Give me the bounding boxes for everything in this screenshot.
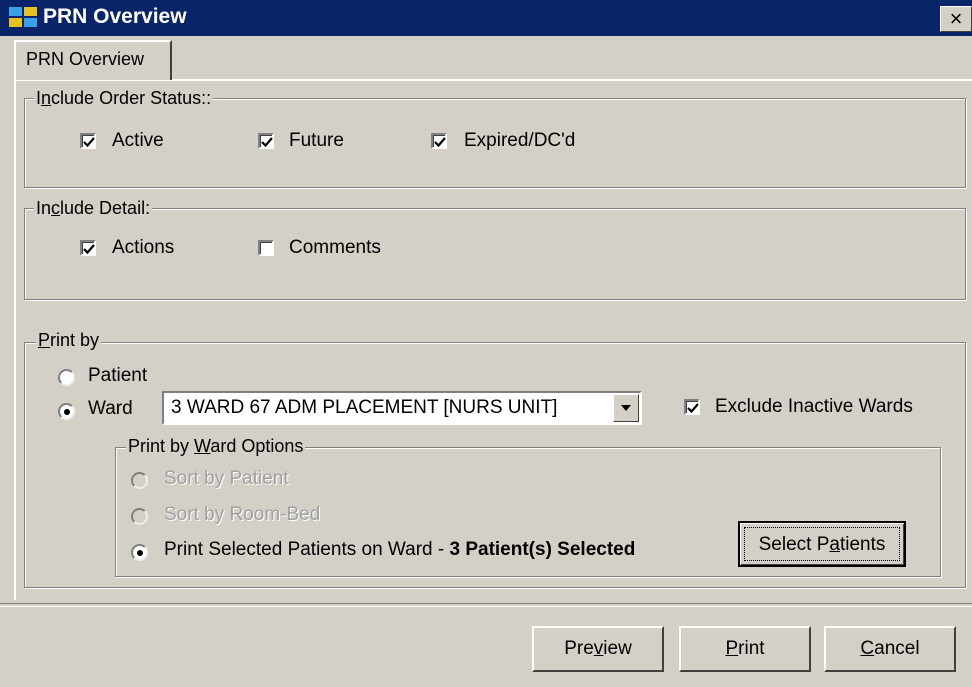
patient-radio[interactable] — [58, 369, 75, 386]
expired-dc-label: Expired/DC'd — [464, 130, 576, 151]
actions-checkbox[interactable] — [80, 240, 96, 256]
close-button[interactable]: × — [940, 6, 972, 32]
print-button[interactable]: Print — [679, 626, 811, 672]
order-status-legend: Include Order Status:: — [34, 88, 214, 109]
ward-radio-label: Ward — [88, 398, 133, 419]
sort-by-room-bed-label: Sort by Room-Bed — [164, 504, 321, 525]
ward-radio[interactable] — [58, 403, 75, 420]
vista-app-icon — [9, 7, 37, 27]
comments-checkbox[interactable] — [258, 240, 274, 256]
ward-dropdown-button[interactable] — [613, 394, 639, 422]
checkmark-icon — [83, 244, 95, 255]
future-label: Future — [289, 130, 344, 151]
active-label: Active — [112, 130, 164, 151]
title-bar: PRN Overview × — [0, 0, 972, 36]
tab-label: PRN Overview — [26, 49, 145, 69]
print-selected-patients-label: Print Selected Patients on Ward - 3 Pati… — [164, 539, 636, 560]
preview-button[interactable]: Preview — [532, 626, 664, 672]
footer-separator — [0, 603, 972, 607]
ward-select-value: 3 WARD 67 ADM PLACEMENT [NURS UNIT] — [171, 397, 558, 418]
checkmark-icon — [261, 137, 273, 148]
comments-label: Comments — [289, 237, 381, 258]
close-icon: × — [949, 6, 963, 31]
active-checkbox[interactable] — [80, 133, 96, 149]
ward-options-legend: Print by Ward Options — [126, 436, 306, 457]
select-patients-button[interactable]: Select Patients — [738, 521, 906, 567]
cancel-button[interactable]: Cancel — [824, 626, 956, 672]
detail-legend: Include Detail: — [34, 198, 153, 219]
expired-dc-checkbox[interactable] — [431, 133, 447, 149]
checkmark-icon — [83, 137, 95, 148]
print-by-legend: Print by — [36, 330, 102, 351]
print-selected-patients-radio[interactable] — [131, 544, 148, 561]
tab-prn-overview[interactable]: PRN Overview — [14, 40, 172, 80]
checkmark-icon — [687, 403, 699, 414]
actions-label: Actions — [112, 237, 175, 258]
sort-by-patient-radio[interactable] — [131, 472, 148, 489]
chevron-down-icon — [621, 405, 631, 411]
patient-radio-label: Patient — [88, 365, 148, 386]
radio-selected-dot — [137, 550, 143, 556]
window-title: PRN Overview — [43, 5, 187, 28]
exclude-inactive-wards-label: Exclude Inactive Wards — [715, 396, 913, 417]
ward-select[interactable]: 3 WARD 67 ADM PLACEMENT [NURS UNIT] — [162, 391, 642, 425]
sort-by-room-bed-radio[interactable] — [131, 508, 148, 525]
prn-overview-dialog: PRN Overview × PRN Overview Include Orde… — [0, 0, 972, 687]
checkmark-icon — [434, 137, 446, 148]
future-checkbox[interactable] — [258, 133, 274, 149]
sort-by-patient-label: Sort by Patient — [164, 468, 289, 489]
selected-patient-count: 3 Patient(s) Selected — [449, 539, 636, 560]
exclude-inactive-wards-checkbox[interactable] — [684, 399, 700, 415]
radio-selected-dot — [64, 409, 70, 415]
